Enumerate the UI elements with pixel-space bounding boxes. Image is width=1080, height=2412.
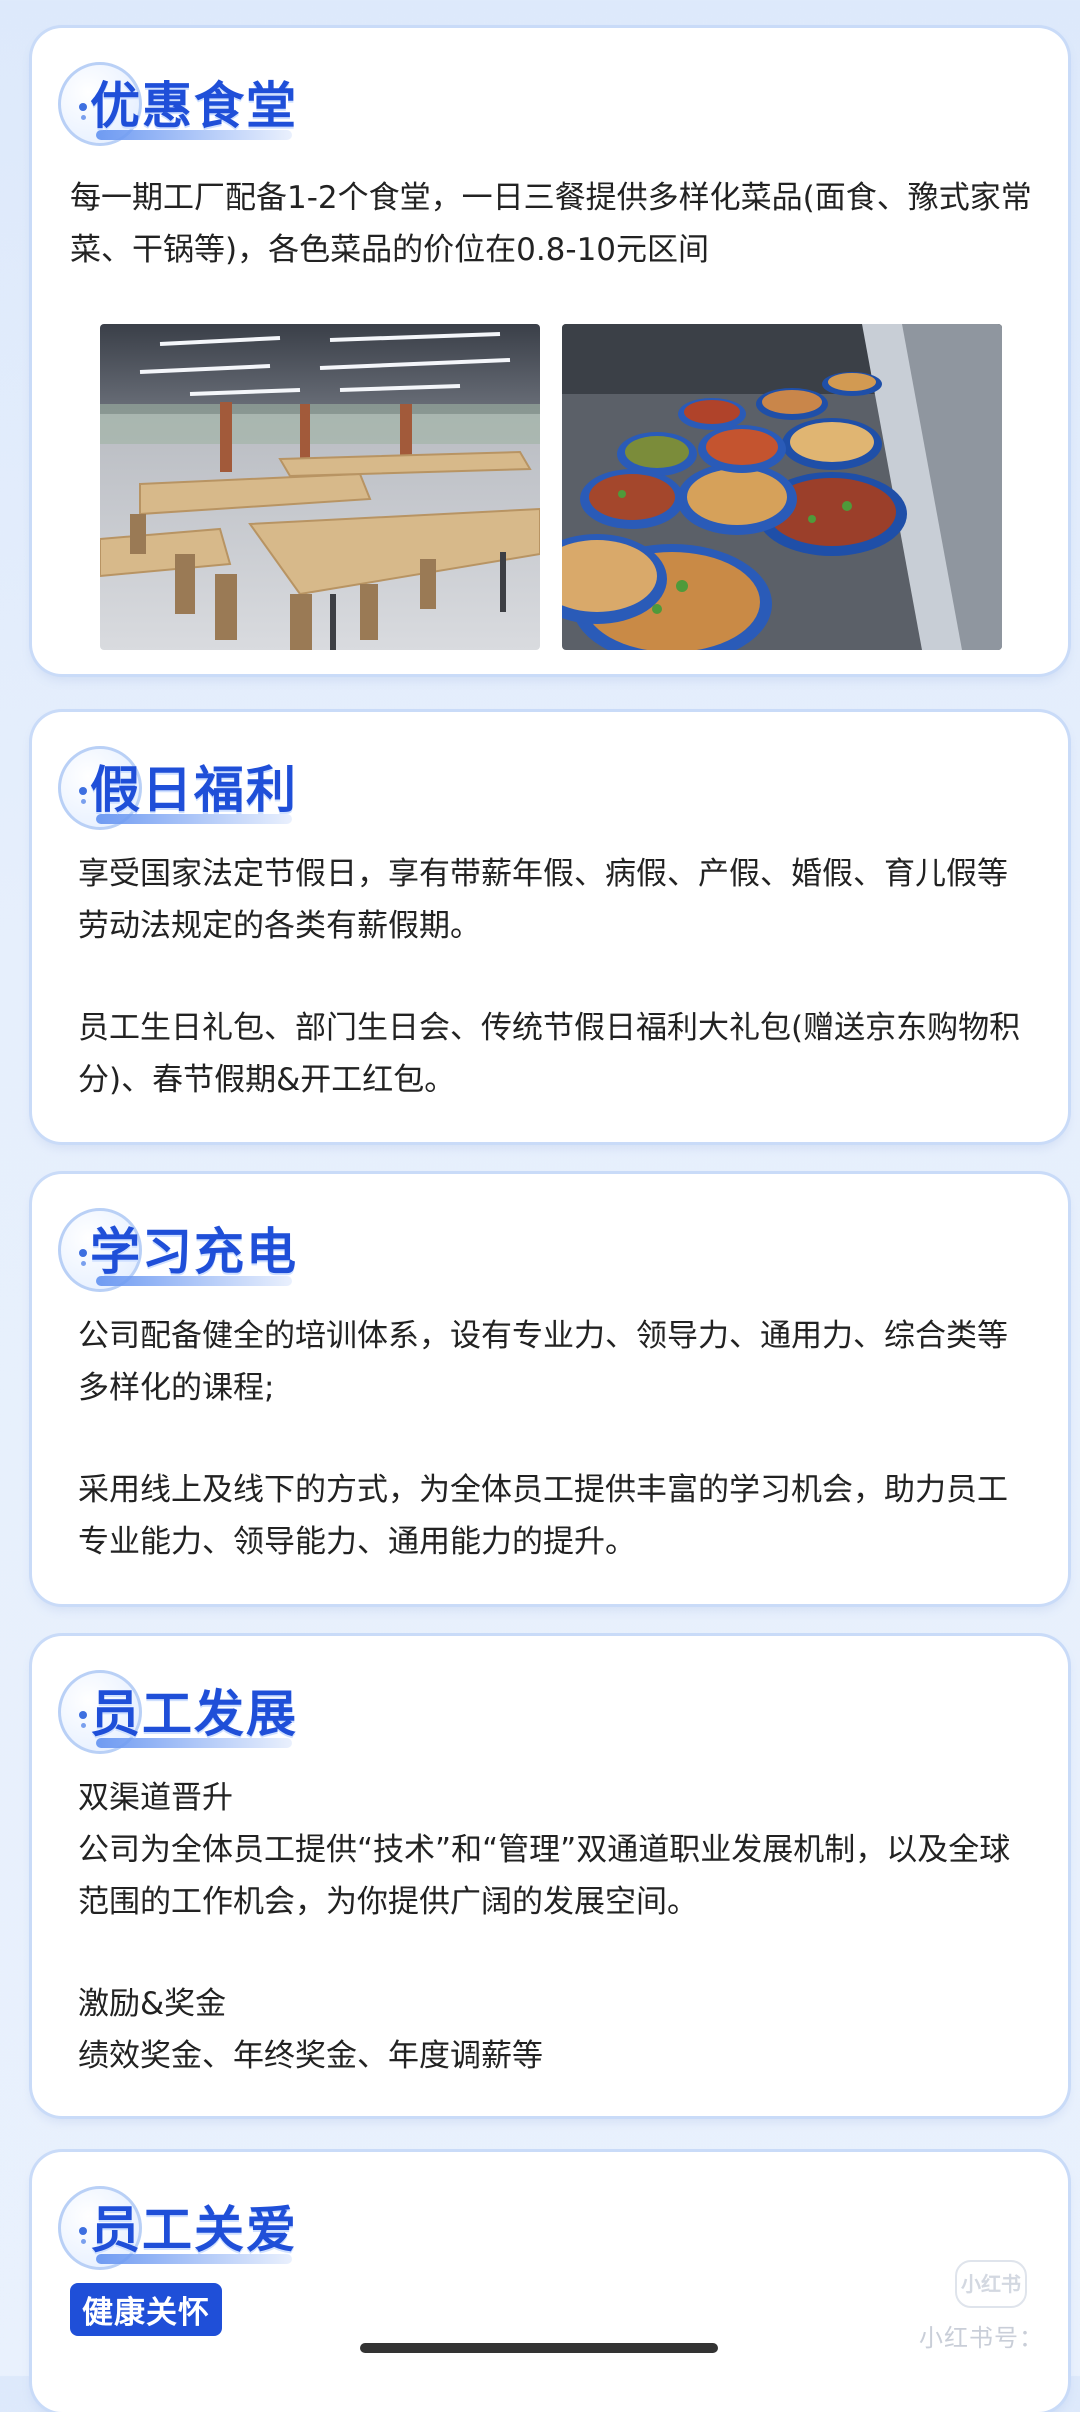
section-card-care: 员工关爱 xyxy=(32,2152,1068,2412)
section-text: 绩效奖金、年终奖金、年度调薪等 xyxy=(78,2038,543,2074)
section-text: 公司为全体员工提供“技术”和“管理”双通道职业发展机制，以及全球范围的工作机会，… xyxy=(78,1832,1011,1920)
section-text: 每一期工厂配备1-2个食堂，一日三餐提供多样化菜品(面食、豫式家常菜、干锅等)，… xyxy=(70,180,1032,268)
section-card-development: 员工发展 双渠道晋升 公司为全体员工提供“技术”和“管理”双通道职业发展机制，以… xyxy=(32,1636,1068,2116)
section-header: 假日福利 xyxy=(58,746,478,836)
home-indicator[interactable] xyxy=(360,2343,718,2353)
section-title: 优惠食堂 xyxy=(90,77,298,135)
section-header: 学习充电 xyxy=(58,1208,478,1298)
cafeteria-hall-image xyxy=(100,324,540,650)
section-title: 员工发展 xyxy=(90,1685,298,1743)
section-header: 员工发展 xyxy=(58,1670,478,1760)
section-header: 员工关爱 xyxy=(58,2186,478,2276)
section-card-holiday: 假日福利 享受国家法定节假日，享有带薪年假、病假、产假、婚假、育儿假等劳动法规定… xyxy=(32,712,1068,1142)
section-text: 公司配备健全的培训体系，设有专业力、领导力、通用力、综合类等多样化的课程; xyxy=(78,1318,1008,1406)
section-text: 享受国家法定节假日，享有带薪年假、病假、产假、婚假、育儿假等劳动法规定的各类有薪… xyxy=(78,856,1008,944)
section-title: 学习充电 xyxy=(90,1223,298,1281)
section-title: 员工关爱 xyxy=(90,2201,298,2259)
section-card-canteen: 优惠食堂 每一期工厂配备1-2个食堂，一日三餐提供多样化菜品(面食、豫式家常菜、… xyxy=(32,28,1068,674)
section-title: 假日福利 xyxy=(90,761,298,819)
section-card-learning: 学习充电 公司配备健全的培训体系，设有专业力、领导力、通用力、综合类等多样化的课… xyxy=(32,1174,1068,1604)
section-text: 员工生日礼包、部门生日会、传统节假日福利大礼包(赠送京东购物积分)、春节假期&开… xyxy=(78,1010,1021,1098)
watermark-logo: 小红书 xyxy=(955,2260,1027,2308)
section-subheading: 激励&奖金 xyxy=(78,1986,227,2022)
health-care-badge: 健康关怀 xyxy=(70,2283,222,2336)
section-header: 优惠食堂 xyxy=(58,62,478,152)
section-text: 采用线上及线下的方式，为全体员工提供丰富的学习机会，助力员工专业能力、领导能力、… xyxy=(78,1472,1008,1560)
section-subheading: 双渠道晋升 xyxy=(78,1780,233,1816)
watermark-text: 小红书号： xyxy=(919,2324,1044,2352)
dishes-buffet-image xyxy=(562,324,1002,650)
